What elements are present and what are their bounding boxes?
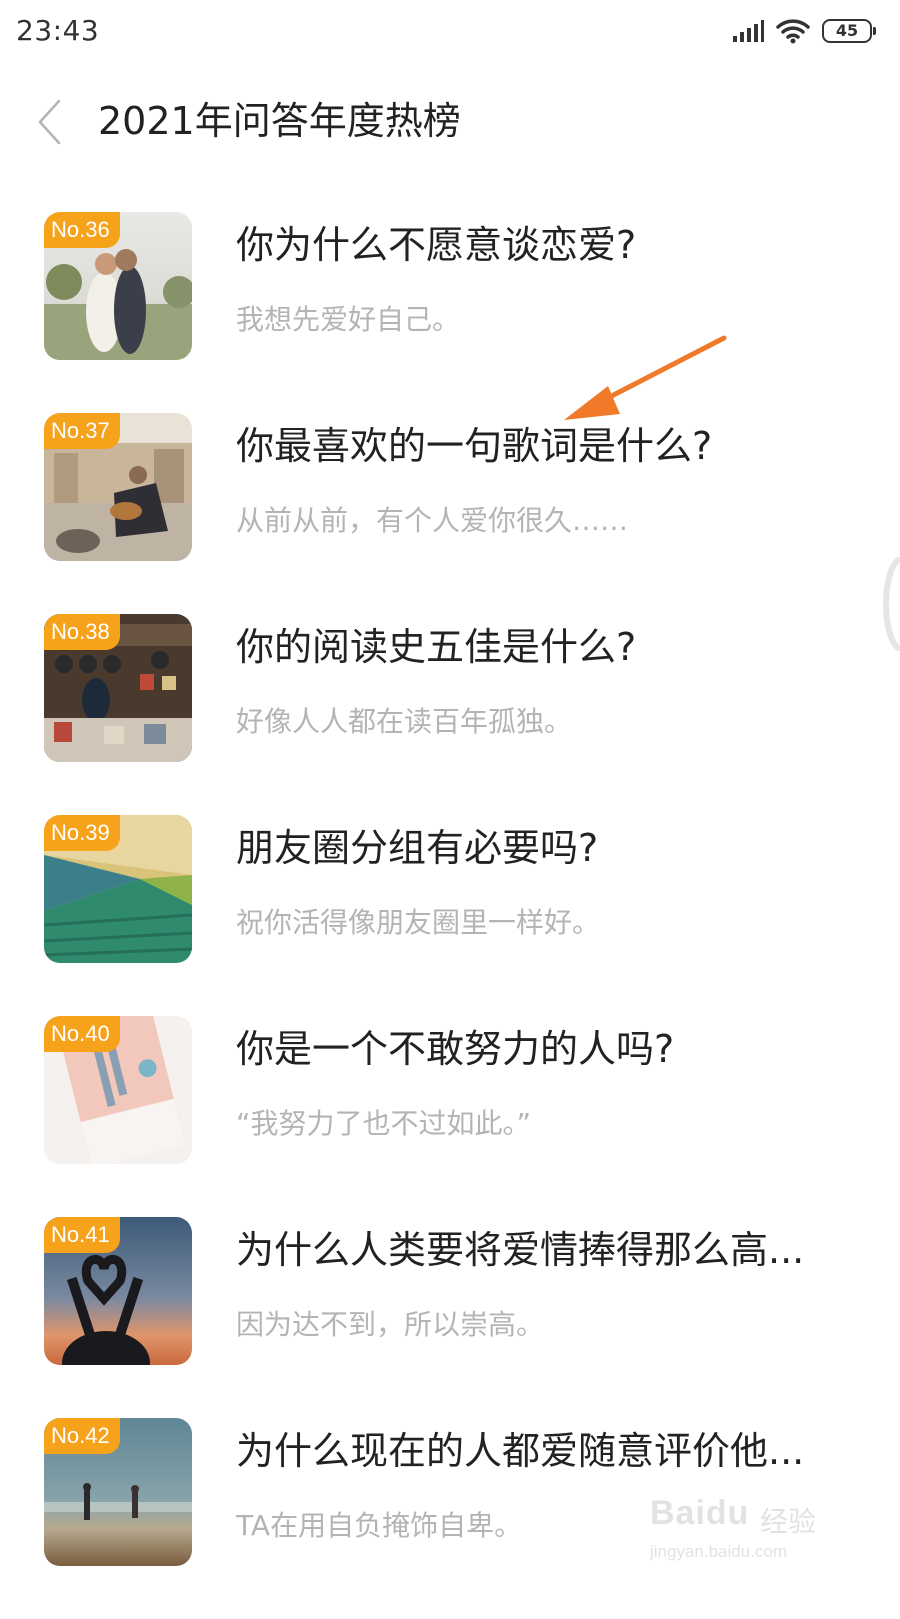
- list-item[interactable]: No.41 为什么人类要将爱情捧得那么高... 因为达不到，所以崇高。: [0, 1217, 900, 1418]
- rank-badge: No.39: [44, 815, 120, 851]
- question-title: 为什么人类要将爱情捧得那么高...: [236, 1228, 805, 1272]
- rank-badge: No.41: [44, 1217, 120, 1253]
- list-item[interactable]: No.40 你是一个不敢努力的人吗? “我努力了也不过如此。”: [0, 1016, 900, 1217]
- question-title: 为什么现在的人都爱随意评价他...: [236, 1429, 805, 1473]
- answer-excerpt: 好像人人都在读百年孤独。: [236, 705, 573, 738]
- thumbnail-image: No.39: [44, 815, 192, 963]
- rank-badge: No.40: [44, 1016, 120, 1052]
- thumbnail-image: No.42: [44, 1418, 192, 1566]
- wifi-icon: [776, 19, 810, 44]
- answer-excerpt: “我努力了也不过如此。”: [236, 1107, 532, 1140]
- list-item[interactable]: No.39 朋友圈分组有必要吗? 祝你活得像朋友圈里一样好。: [0, 815, 900, 1016]
- signal-icon: [733, 20, 764, 42]
- watermark-url: jingyan.baidu.com: [650, 1542, 788, 1561]
- page-title: 2021年问答年度热榜: [98, 99, 461, 143]
- thumbnail-image: No.41: [44, 1217, 192, 1365]
- thumbnail-image: No.36: [44, 212, 192, 360]
- list-item[interactable]: No.38 你的阅读史五佳是什么? 好像人人都在读百年孤独。: [0, 614, 900, 815]
- answer-excerpt: 我想先爱好自己。: [236, 303, 461, 336]
- question-title: 你是一个不敢努力的人吗?: [236, 1027, 675, 1071]
- question-title: 你为什么不愿意谈恋爱?: [236, 223, 637, 267]
- list-item[interactable]: No.37 你最喜欢的一句歌词是什么? 从前从前，有个人爱你很久……: [0, 413, 900, 614]
- rank-badge: No.42: [44, 1418, 120, 1454]
- question-title: 你的阅读史五佳是什么?: [236, 625, 637, 669]
- rank-badge: No.38: [44, 614, 120, 650]
- watermark-logo: Baidu: [650, 1494, 750, 1532]
- battery-level: 45: [835, 21, 859, 40]
- thumbnail-image: No.40: [44, 1016, 192, 1164]
- answer-excerpt: 从前从前，有个人爱你很久……: [236, 504, 629, 537]
- question-title: 你最喜欢的一句歌词是什么?: [236, 424, 713, 468]
- answer-excerpt: 因为达不到，所以崇高。: [236, 1308, 545, 1341]
- thumbnail-image: No.38: [44, 614, 192, 762]
- thumbnail-image: No.37: [44, 413, 192, 561]
- status-bar: 23:43 45: [0, 0, 900, 64]
- header: 2021年问答年度热榜: [0, 80, 900, 164]
- question-title: 朋友圈分组有必要吗?: [236, 826, 599, 870]
- watermark-name: 经验: [760, 1506, 817, 1537]
- chevron-left-icon: [38, 99, 61, 145]
- list-item[interactable]: No.36 你为什么不愿意谈恋爱? 我想先爱好自己。: [0, 212, 900, 413]
- watermark: Baidu 经验 jingyan.baidu.com: [650, 1494, 840, 1574]
- status-icons: 45: [732, 14, 876, 48]
- rank-badge: No.36: [44, 212, 120, 248]
- ranking-list: No.36 你为什么不愿意谈恋爱? 我想先爱好自己。 No.37 你最喜欢的一句…: [0, 212, 900, 1619]
- rank-badge: No.37: [44, 413, 120, 449]
- annotation-arrow-icon: [564, 335, 727, 420]
- scroll-handle[interactable]: [874, 556, 900, 652]
- status-time: 23:43: [16, 14, 100, 47]
- back-button[interactable]: [28, 94, 72, 150]
- answer-excerpt: 祝你活得像朋友圈里一样好。: [236, 906, 601, 939]
- battery-icon: 45: [822, 19, 876, 43]
